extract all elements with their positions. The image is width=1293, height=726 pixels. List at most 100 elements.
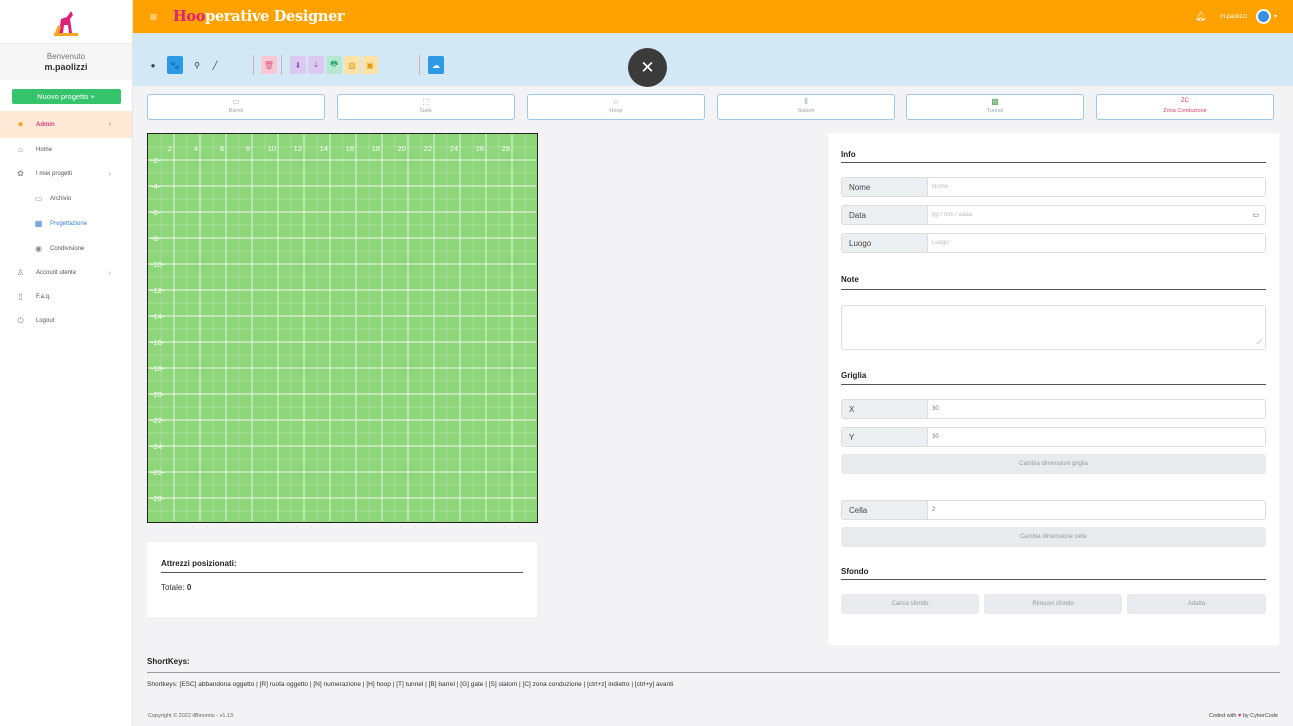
sidebar-item-projects[interactable]: ✿ I miei progetti ›	[0, 162, 132, 186]
resize-handle-icon[interactable]: ⟋	[1257, 339, 1262, 347]
dot-button[interactable]: ●	[145, 56, 161, 74]
tool-gate[interactable]: ⬚ Gate	[337, 94, 515, 120]
share-icon: ◉	[35, 243, 42, 253]
sidebar-item-share[interactable]: ◉ Condivisione	[0, 236, 132, 261]
paw-button[interactable]: 🐾	[167, 56, 183, 74]
tool-barrel[interactable]: ▭ Barrel	[147, 94, 325, 120]
print-button[interactable]: 🖶	[326, 56, 342, 74]
shortkeys-section: ShortKeys: Shortkeys: [ESC] abbandona og…	[147, 657, 1280, 688]
folder-icon: ▭	[34, 193, 43, 203]
grid-canvas[interactable]: 2 4 6 8 10 12 14 16 18 20 22 24 26 28-2--4--6--8--10-…	[148, 134, 536, 521]
grid-y-label: -6-	[151, 208, 161, 217]
logo[interactable]	[0, 0, 132, 44]
zc-icon: ZC	[1181, 98, 1189, 104]
image-button[interactable]: ▨	[344, 56, 360, 74]
coded-suffix: by CyberCode	[1242, 713, 1278, 719]
book-icon: ▯	[18, 292, 23, 301]
info-title: Info	[841, 150, 856, 159]
top-bar: ≡ Hooperative Designer 🔔︎ m.paolizzi ▾	[133, 0, 1293, 33]
toolbar-separator	[281, 55, 282, 75]
tool-label: Barrel	[228, 108, 244, 114]
cell-field[interactable]: Cella 2	[841, 500, 1266, 520]
fit-background-button[interactable]: Adatta	[1127, 594, 1266, 614]
cell-input[interactable]: 2	[928, 501, 1265, 519]
grid-x-label: 2	[168, 144, 172, 153]
line-button[interactable]: ╱	[207, 56, 223, 74]
date-placeholder: gg / mm / aaaa	[932, 212, 973, 218]
sidebar-item-label: Logout	[36, 318, 55, 324]
grid-y-label: -10-	[151, 260, 165, 269]
tool-label: Tunnel	[986, 108, 1004, 114]
calendar-icon[interactable]: ▭	[1252, 211, 1259, 219]
tool-label: Zona Conduzione	[1163, 108, 1207, 114]
download-file-button[interactable]: ⤓	[308, 56, 324, 74]
grid-y-label: -28-	[151, 494, 165, 503]
sidebar-item-logout[interactable]: ⏻ Logout	[0, 309, 132, 333]
user-menu[interactable]: 🔔︎ m.paolizzi ▾	[1195, 9, 1277, 24]
nome-field[interactable]: Nome Nome	[841, 177, 1266, 197]
nome-input[interactable]: Nome	[928, 178, 1265, 196]
grid-y-label: -4-	[151, 182, 161, 191]
sidebar-item-label: Progettazione	[50, 220, 88, 227]
chevron-right-icon: ›	[108, 170, 111, 178]
tool-zona-conduzione[interactable]: ZC Zona Conduzione	[1096, 94, 1274, 120]
cloud-button[interactable]: ☁	[428, 56, 444, 74]
toolbar-separator	[419, 55, 420, 75]
tool-hoop[interactable]: ∩ Hoop	[527, 94, 705, 120]
sidebar-item-admin[interactable]: ● Admin ›	[0, 111, 132, 138]
sidebar-item-faq[interactable]: ▯ F.a.q.	[0, 285, 132, 309]
tool-label: Gate	[420, 108, 432, 114]
total-label: Totale:	[161, 583, 185, 592]
load-background-button[interactable]: Carica sfondo	[841, 594, 979, 614]
download-button[interactable]: ⬇	[290, 56, 306, 74]
tool-slalom[interactable]: ⦀ Slalom	[717, 94, 895, 120]
divider	[841, 289, 1266, 290]
grid-y-input[interactable]: 30	[928, 428, 1265, 446]
grid-y-field[interactable]: Y 30	[841, 427, 1266, 447]
sidebar-item-design[interactable]: ▦ Progettazione	[0, 211, 132, 236]
resize-cells-button[interactable]: Cambia dimensione celle	[841, 527, 1266, 547]
divider	[161, 572, 523, 573]
grid-x-input[interactable]: 30	[928, 400, 1265, 418]
design-grid[interactable]: 2 4 6 8 10 12 14 16 18 20 22 24 26 28 -2- -4- -6- -8- -10-…	[147, 133, 538, 523]
sidebar-item-label: I miei progetti	[36, 171, 73, 177]
sidebar-item-account[interactable]: ♙ Account utente ›	[0, 261, 132, 285]
shortkeys-title: ShortKeys:	[147, 657, 190, 666]
equipment-total: Totale: 0	[161, 583, 191, 592]
divider	[841, 384, 1266, 385]
remove-background-button[interactable]: Rimuovi sfondo	[984, 594, 1122, 614]
resize-grid-button[interactable]: Cambia dimensioni griglia	[841, 454, 1266, 474]
image-icon: ▨	[348, 60, 356, 70]
chevron-down-icon[interactable]: ▾	[1274, 13, 1277, 20]
avatar[interactable]	[1255, 9, 1271, 24]
new-project-button[interactable]: Nuovo progetto +	[11, 89, 121, 104]
data-input[interactable]: gg / mm / aaaa ▭	[928, 206, 1265, 224]
grid-y-label: -2-	[151, 156, 161, 165]
sidebar-item-home[interactable]: ⌂ Home	[0, 138, 132, 162]
slalom-icon: ⦀	[804, 97, 808, 106]
title-suffix: Designer	[269, 8, 345, 25]
grid-x-label: 16	[346, 144, 354, 153]
data-field[interactable]: Data gg / mm / aaaa ▭	[841, 205, 1266, 225]
bell-icon[interactable]: 🔔︎	[1195, 11, 1206, 22]
tool-tunnel[interactable]: ▩ Tunnel	[906, 94, 1084, 120]
luogo-input[interactable]: Luogo	[928, 234, 1265, 252]
grid-x-label: 26	[476, 144, 484, 153]
power-icon: ⏻	[17, 316, 24, 325]
close-button[interactable]: ✕	[628, 48, 667, 87]
grid-x-field[interactable]: X 30	[841, 399, 1266, 419]
close-icon: ✕	[640, 57, 655, 77]
sidebar-item-archive[interactable]: ▭ Archivio	[0, 186, 132, 211]
numbering-button[interactable]: ⚲	[189, 56, 205, 74]
griglia-title: Griglia	[841, 371, 867, 380]
luogo-field[interactable]: Luogo Luogo	[841, 233, 1266, 253]
divider	[841, 579, 1266, 580]
grid-x-label: 28	[502, 144, 510, 153]
grid-x-label: 14	[320, 144, 328, 153]
hamburger-icon[interactable]: ≡	[150, 10, 157, 24]
logo-icon	[54, 10, 78, 36]
delete-button[interactable]: 🗑	[261, 56, 277, 74]
pdf-icon: ▣	[366, 60, 374, 70]
pdf-button[interactable]: ▣	[362, 56, 378, 74]
note-textarea[interactable]: ⟋	[841, 305, 1266, 350]
